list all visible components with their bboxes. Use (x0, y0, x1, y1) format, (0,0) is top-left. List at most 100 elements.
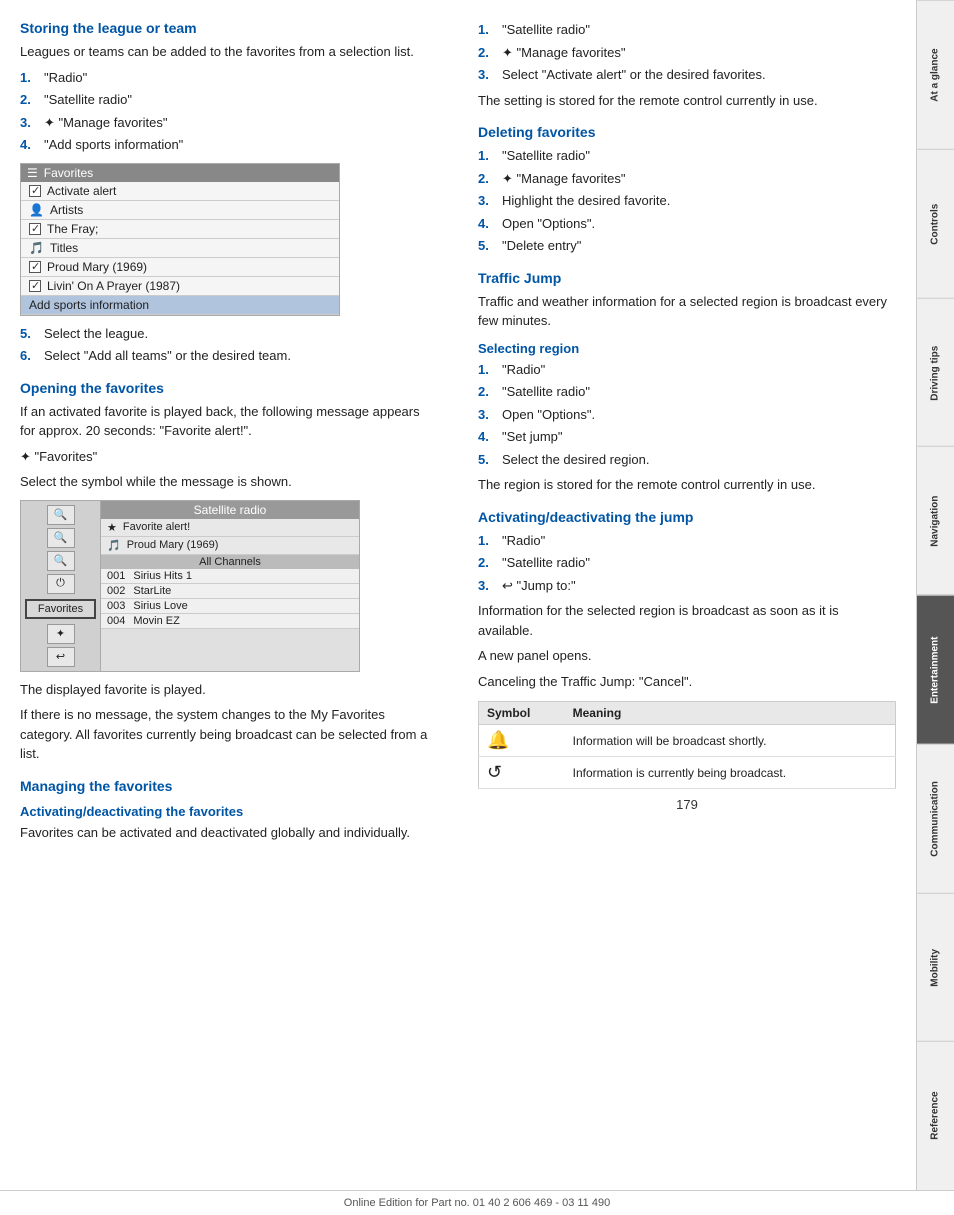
search-icon-1: 🔍 (47, 505, 75, 525)
symbol-cell-1: 🔔 (479, 725, 565, 757)
person-icon: 👤 (29, 203, 44, 217)
list-item: 2. ✦ "Manage favorites" (478, 43, 896, 63)
right-channel-panel: Satellite radio ★ Favorite alert! 🎵 Prou… (101, 501, 359, 671)
broadcast-now-icon: ↺ (487, 762, 502, 782)
list-item: 5. Select the league. (20, 324, 438, 344)
symbol-col-header: Symbol (479, 702, 565, 725)
list-item: 6. Select "Add all teams" or the desired… (20, 346, 438, 366)
symbol-cell-2: ↺ (479, 757, 565, 789)
sidebar-tab-mobility[interactable]: Mobility (917, 893, 954, 1042)
ui-row-add-sports: Add sports information (21, 296, 339, 315)
table-row: 🔔 Information will be broadcast shortly. (479, 725, 896, 757)
list-item: 5. Select the desired region. (478, 450, 896, 470)
table-row: ↺ Information is currently being broadca… (479, 757, 896, 789)
ui-row-proud-mary: Proud Mary (1969) (21, 258, 339, 277)
section-jump-title: Activating/deactivating the jump (478, 509, 896, 525)
sidebar-tab-reference[interactable]: Reference (917, 1041, 954, 1190)
list-item: 1. "Satellite radio" (478, 146, 896, 166)
channel-002: 002 StarLite (101, 584, 359, 599)
storing-steps: 1. "Radio" 2. "Satellite radio" 3. ✦ "Ma… (20, 68, 438, 155)
section-storing-intro: Leagues or teams can be added to the fav… (20, 42, 438, 62)
list-item: 4. "Add sports information" (20, 135, 438, 155)
right-top-steps: 1. "Satellite radio" 2. ✦ "Manage favori… (478, 20, 896, 85)
page-footer: Online Edition for Part no. 01 40 2 606 … (0, 1190, 954, 1215)
subsection-activating-desc: Favorites can be activated and deactivat… (20, 823, 438, 843)
right-column: 1. "Satellite radio" 2. ✦ "Manage favori… (468, 20, 896, 1170)
sidebar-tab-entertainment[interactable]: Entertainment (917, 595, 954, 744)
list-item: 3. Highlight the desired favorite. (478, 191, 896, 211)
jump-to-icon: ↩ (502, 578, 513, 593)
jump-desc2: A new panel opens. (478, 646, 896, 666)
sidebar-tab-controls[interactable]: Controls (917, 149, 954, 298)
checkbox-livin (29, 280, 41, 292)
meaning-cell-1: Information will be broadcast shortly. (565, 725, 896, 757)
list-item: 1. "Satellite radio" (478, 20, 896, 40)
list-item: 3. ✦ "Manage favorites" (20, 113, 438, 133)
traffic-desc: Traffic and weather information for a se… (478, 292, 896, 331)
meaning-cell-2: Information is currently being broadcast… (565, 757, 896, 789)
list-item: 2. ✦ "Manage favorites" (478, 169, 896, 189)
right-top-note: The setting is stored for the remote con… (478, 91, 896, 111)
sidebar-tab-driving-tips[interactable]: Driving tips (917, 298, 954, 447)
sidebar-tab-navigation[interactable]: Navigation (917, 446, 954, 595)
section-traffic-title: Traffic Jump (478, 270, 896, 286)
storing-steps-after: 5. Select the league. 6. Select "Add all… (20, 324, 438, 366)
list-item: 3. Open "Options". (478, 405, 896, 425)
list-item: 5. "Delete entry" (478, 236, 896, 256)
page-number: 179 (478, 797, 896, 812)
jump-icon: ↩ (47, 647, 75, 667)
favorites-box: Favorites (25, 599, 96, 619)
deleting-steps: 1. "Satellite radio" 2. ✦ "Manage favori… (478, 146, 896, 256)
checkbox-fray (29, 223, 41, 235)
favorites-title-icon: ☰ (27, 166, 38, 180)
broadcast-soon-icon: 🔔 (487, 730, 509, 750)
list-item: 3. Select "Activate alert" or the desire… (478, 65, 896, 85)
list-item: 1. "Radio" (478, 360, 896, 380)
section-opening-title: Opening the favorites (20, 380, 438, 396)
left-icons-panel: 🔍 🔍 🔍 ⏻ Favorites ✦ ↩ (21, 501, 101, 671)
list-item: 3. ↩ "Jump to:" (478, 576, 896, 596)
checkbox-proud-mary (29, 261, 41, 273)
sidebar-tab-communication[interactable]: Communication (917, 744, 954, 893)
section-opening-intro: If an activated favorite is played back,… (20, 402, 438, 441)
selecting-note: The region is stored for the remote cont… (478, 475, 896, 495)
list-item: 1. "Radio" (20, 68, 438, 88)
channel-004: 004 Movin EZ (101, 614, 359, 629)
ui-title-bar: ☰ Favorites (21, 164, 339, 182)
jump-desc3: Canceling the Traffic Jump: "Cancel". (478, 672, 896, 692)
list-item: 4. Open "Options". (478, 214, 896, 234)
meaning-col-header: Meaning (565, 702, 896, 725)
left-column: Storing the league or team Leagues or te… (20, 20, 448, 1170)
satellite-radio-mockup: 🔍 🔍 🔍 ⏻ Favorites ✦ ↩ Satellite radio (20, 500, 360, 672)
search-icon-2: 🔍 (47, 528, 75, 548)
list-item: 2. "Satellite radio" (478, 553, 896, 573)
list-item: 1. "Radio" (478, 531, 896, 551)
list-item: 2. "Satellite radio" (20, 90, 438, 110)
opening-desc: Select the symbol while the message is s… (20, 472, 438, 492)
ui-row-titles: 🎵 Titles (21, 239, 339, 258)
music-icon: 🎵 (29, 241, 44, 255)
satellite-radio-title: Satellite radio (101, 501, 359, 519)
music-note-icon: 🎵 (107, 539, 121, 552)
star-icon-2: ✦ (47, 624, 75, 644)
power-icon: ⏻ (47, 574, 75, 594)
ui-row-livin: Livin' On A Prayer (1987) (21, 277, 339, 296)
subsection-activating-title: Activating/deactivating the favorites (20, 804, 438, 819)
ui-row-activate: Activate alert (21, 182, 339, 201)
jump-steps: 1. "Radio" 2. "Satellite radio" 3. ↩ "Ju… (478, 531, 896, 596)
section-managing-title: Managing the favorites (20, 778, 438, 794)
section-deleting-title: Deleting favorites (478, 124, 896, 140)
after-ui-text-2: If there is no message, the system chang… (20, 705, 438, 764)
sidebar: At a glance Controls Driving tips Naviga… (916, 0, 954, 1190)
star-alert-icon: ★ (107, 521, 117, 534)
list-item: 4. "Set jump" (478, 427, 896, 447)
channel-001: 001 Sirius Hits 1 (101, 569, 359, 584)
favorites-ui-mockup: ☰ Favorites Activate alert 👤 Artists The… (20, 163, 340, 316)
selecting-steps: 1. "Radio" 2. "Satellite radio" 3. Open … (478, 360, 896, 470)
sidebar-tab-at-a-glance[interactable]: At a glance (917, 0, 954, 149)
symbol-table: Symbol Meaning 🔔 Information will be bro… (478, 701, 896, 789)
checkbox-activate (29, 185, 41, 197)
after-ui-text-1: The displayed favorite is played. (20, 680, 438, 700)
search-icon-3: 🔍 (47, 551, 75, 571)
ui-title-text: Favorites (44, 166, 93, 180)
